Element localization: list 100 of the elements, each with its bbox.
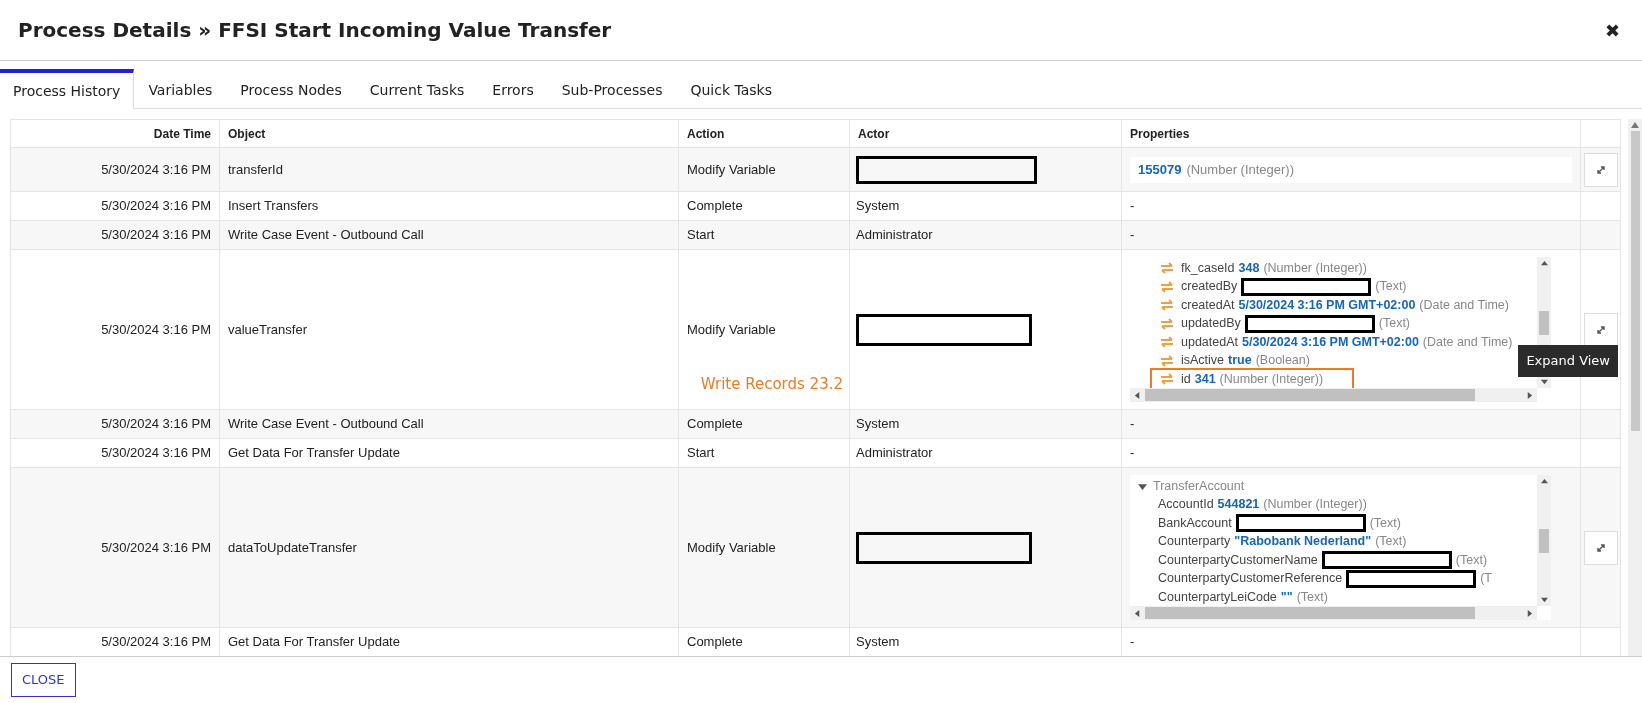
object-cell: transferId: [228, 161, 283, 177]
column-header: Properties: [1130, 126, 1190, 141]
property-name: Counterparty: [1158, 533, 1231, 551]
swap-arrows-icon: [1160, 354, 1174, 367]
property-value: 544821: [1217, 496, 1260, 514]
window-title: Process Details » FFSI Start Incoming Value Transfer: [18, 17, 612, 44]
property-name: CounterpartyCustomerName: [1158, 551, 1318, 569]
property-name: fk_caseId: [1181, 259, 1235, 277]
property-type: (Text): [1296, 588, 1328, 606]
scroll-right-icon[interactable]: [1526, 609, 1533, 617]
tree-group-label[interactable]: TransferAccount: [1153, 476, 1245, 496]
scroll-thumb[interactable]: [1539, 528, 1549, 553]
property-value: true: [1228, 352, 1252, 370]
actor-cell: System: [856, 416, 900, 432]
property-value: "Rabobank Nederland": [1234, 533, 1372, 551]
tab[interactable]: Errors: [478, 68, 548, 108]
property-type: (Text): [1378, 315, 1411, 333]
object-cell: Write Case Event - Outbound Call: [228, 227, 424, 243]
tab[interactable]: Quick Tasks: [676, 68, 786, 108]
object-cell: Get Data For Transfer Update: [228, 445, 400, 461]
action-cell: Complete: [687, 634, 743, 650]
caret-down-icon[interactable]: [1138, 481, 1147, 491]
swap-arrows-icon: [1160, 299, 1174, 312]
property-name: createdBy: [1181, 278, 1238, 296]
property-type: (Date and Time): [1422, 333, 1513, 351]
property-value: 5/30/2024 3:16 PM GMT+02:00: [1242, 333, 1419, 351]
property-type: (Date and Time): [1419, 296, 1509, 314]
property-name: id: [1181, 370, 1191, 388]
property-value: 348: [1238, 259, 1260, 277]
expand-arrows-icon: [1594, 323, 1607, 336]
scroll-left-icon[interactable]: [1134, 391, 1141, 399]
object-cell: valueTransfer: [228, 321, 307, 337]
scroll-thumb[interactable]: [1145, 389, 1475, 401]
date-time-cell: 5/30/2024 3:16 PM: [101, 445, 211, 461]
actor-cell: System: [856, 198, 900, 214]
tab[interactable]: Variables: [134, 68, 227, 108]
expand-button[interactable]: [1583, 312, 1618, 347]
date-time-cell: 5/30/2024 3:16 PM: [101, 634, 211, 650]
scroll-right-icon[interactable]: [1526, 391, 1533, 399]
annotation-label: Write Records 23.2: [700, 373, 843, 395]
properties-cell: -: [1130, 198, 1135, 214]
date-time-cell: 5/30/2024 3:16 PM: [101, 416, 211, 432]
close-button[interactable]: CLOSE: [11, 663, 76, 697]
vertical-scrollbar[interactable]: [1537, 475, 1551, 606]
variable-type: (Number (Integer)): [1186, 160, 1295, 179]
object-cell: Write Case Event - Outbound Call: [228, 416, 424, 432]
scroll-left-icon[interactable]: [1134, 609, 1141, 617]
tooltip: Expand View: [1518, 345, 1618, 377]
horizontal-scrollbar[interactable]: [1130, 388, 1537, 402]
properties-cell: -: [1130, 227, 1135, 243]
swap-arrows-icon: [1160, 373, 1174, 386]
property-value: "": [1280, 588, 1293, 606]
property-type: (T: [1480, 570, 1492, 588]
properties-cell: -: [1130, 634, 1135, 650]
actor-cell: Administrator: [856, 227, 933, 243]
property-type: (Text): [1375, 278, 1407, 296]
expand-arrows-icon: [1594, 163, 1607, 176]
scroll-up-icon[interactable]: [1540, 260, 1548, 267]
property-value: 5/30/2024 3:16 PM GMT+02:00: [1238, 296, 1416, 314]
column-header: Object: [228, 126, 266, 141]
date-time-cell: 5/30/2024 3:16 PM: [101, 198, 211, 214]
date-time-cell: 5/30/2024 3:16 PM: [101, 161, 211, 177]
actor-cell: Administrator: [856, 445, 933, 461]
column-header: Date Time: [153, 126, 211, 141]
property-type: (Boolean): [1255, 352, 1310, 370]
swap-arrows-icon: [1160, 262, 1174, 275]
property-name: createdAt: [1181, 296, 1235, 314]
tab[interactable]: Process History: [0, 69, 135, 109]
action-cell: Complete: [687, 416, 743, 432]
property-type: (Number (Integer)): [1263, 259, 1367, 277]
action-cell: Complete: [687, 198, 743, 214]
scroll-thumb[interactable]: [1145, 607, 1475, 619]
action-cell: Start: [687, 227, 715, 243]
date-time-cell: 5/30/2024 3:16 PM: [101, 321, 211, 337]
scroll-up-icon[interactable]: [1540, 478, 1548, 485]
expand-arrows-icon: [1594, 541, 1607, 554]
date-time-cell: 5/30/2024 3:16 PM: [101, 539, 211, 555]
properties-cell: -: [1130, 445, 1135, 461]
property-name: AccountId: [1158, 496, 1214, 514]
object-cell: dataToUpdateTransfer: [228, 539, 357, 555]
property-value: 341: [1194, 370, 1216, 388]
scroll-thumb[interactable]: [1539, 310, 1549, 335]
action-cell: Start: [687, 445, 715, 461]
property-type: (Text): [1369, 514, 1401, 532]
swap-arrows-icon: [1160, 280, 1174, 293]
tab[interactable]: Sub-Processes: [547, 68, 677, 108]
property-type: (Text): [1455, 551, 1488, 569]
scroll-down-icon[interactable]: [1540, 596, 1548, 603]
tab[interactable]: Current Tasks: [355, 68, 479, 108]
variable-value: 155079: [1138, 160, 1182, 179]
property-type: (Text): [1375, 533, 1407, 551]
scrollbar[interactable]: [1628, 119, 1642, 656]
property-type: (Number (Integer)): [1263, 496, 1367, 514]
properties-cell: -: [1130, 416, 1135, 432]
tab[interactable]: Process Nodes: [226, 68, 356, 108]
action-cell: Modify Variable: [687, 161, 776, 177]
property-name: updatedAt: [1181, 333, 1238, 351]
property-name: BankAccount: [1158, 514, 1232, 532]
horizontal-scrollbar[interactable]: [1130, 606, 1537, 620]
scroll-up-icon[interactable]: [1631, 122, 1639, 128]
